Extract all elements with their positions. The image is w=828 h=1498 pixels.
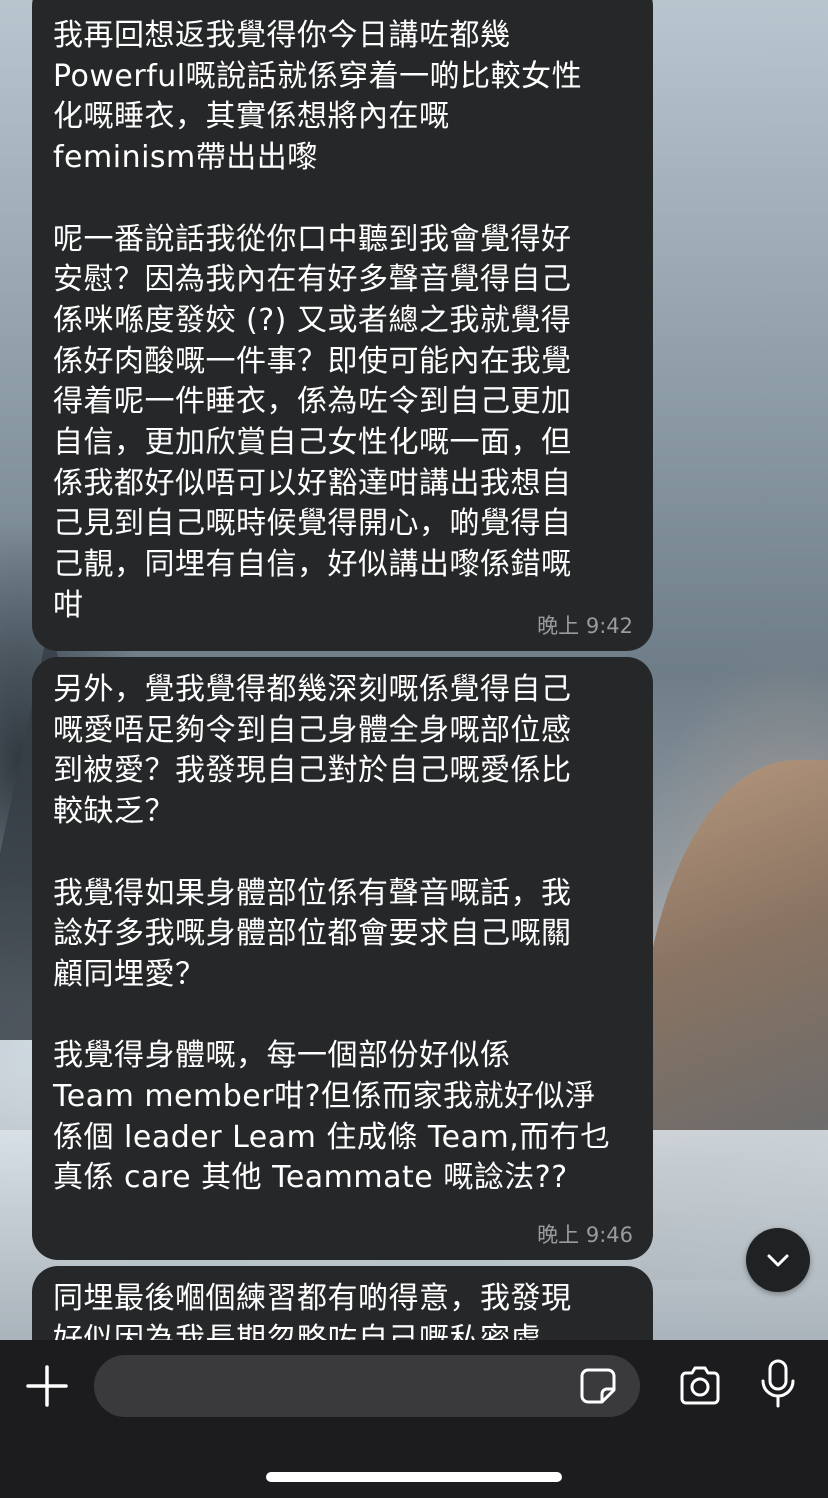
scroll-to-bottom-button[interactable]	[746, 1228, 810, 1292]
message-text: 另外，覺我覺得都幾深刻嘅係覺得自己 嘅愛唔足夠令到自己身體全身嘅部位感 到被愛？…	[53, 672, 611, 1196]
chevron-down-icon	[767, 1254, 789, 1267]
message-text: 同埋最後嗰個練習都有啲得意，我發現 好似因為我長期忽略咗自己嘅私密處，	[53, 1281, 572, 1340]
message-input[interactable]	[116, 1355, 570, 1419]
message-timestamp: 晚上 9:42	[537, 614, 633, 638]
voice-message-button[interactable]	[758, 1358, 798, 1410]
camera-icon	[680, 1366, 720, 1405]
microphone-icon	[761, 1359, 795, 1408]
sticker-icon	[580, 1368, 616, 1404]
camera-button[interactable]	[676, 1362, 724, 1410]
message-timestamp: 晚上 9:46	[537, 1223, 633, 1247]
message-bubble[interactable]: 同埋最後嗰個練習都有啲得意，我發現 好似因為我長期忽略咗自己嘅私密處，	[32, 1266, 653, 1340]
message-input-field[interactable]	[94, 1355, 640, 1419]
message-text: 我再回想返我覺得你今日講咗都幾 Powerful嘅說話就係穿着一啲比較女性 化嘅…	[53, 18, 583, 623]
plus-icon	[26, 1365, 68, 1407]
message-bubble[interactable]: 我再回想返我覺得你今日講咗都幾 Powerful嘅說話就係穿着一啲比較女性 化嘅…	[32, 0, 653, 651]
sticker-button[interactable]	[578, 1366, 618, 1406]
message-bubble[interactable]: 另外，覺我覺得都幾深刻嘅係覺得自己 嘅愛唔足夠令到自己身體全身嘅部位感 到被愛？…	[32, 657, 653, 1260]
message-list[interactable]: 我再回想返我覺得你今日講咗都幾 Powerful嘅說話就係穿着一啲比較女性 化嘅…	[0, 0, 828, 1340]
add-attachment-button[interactable]	[25, 1364, 69, 1408]
home-indicator[interactable]	[266, 1472, 562, 1482]
